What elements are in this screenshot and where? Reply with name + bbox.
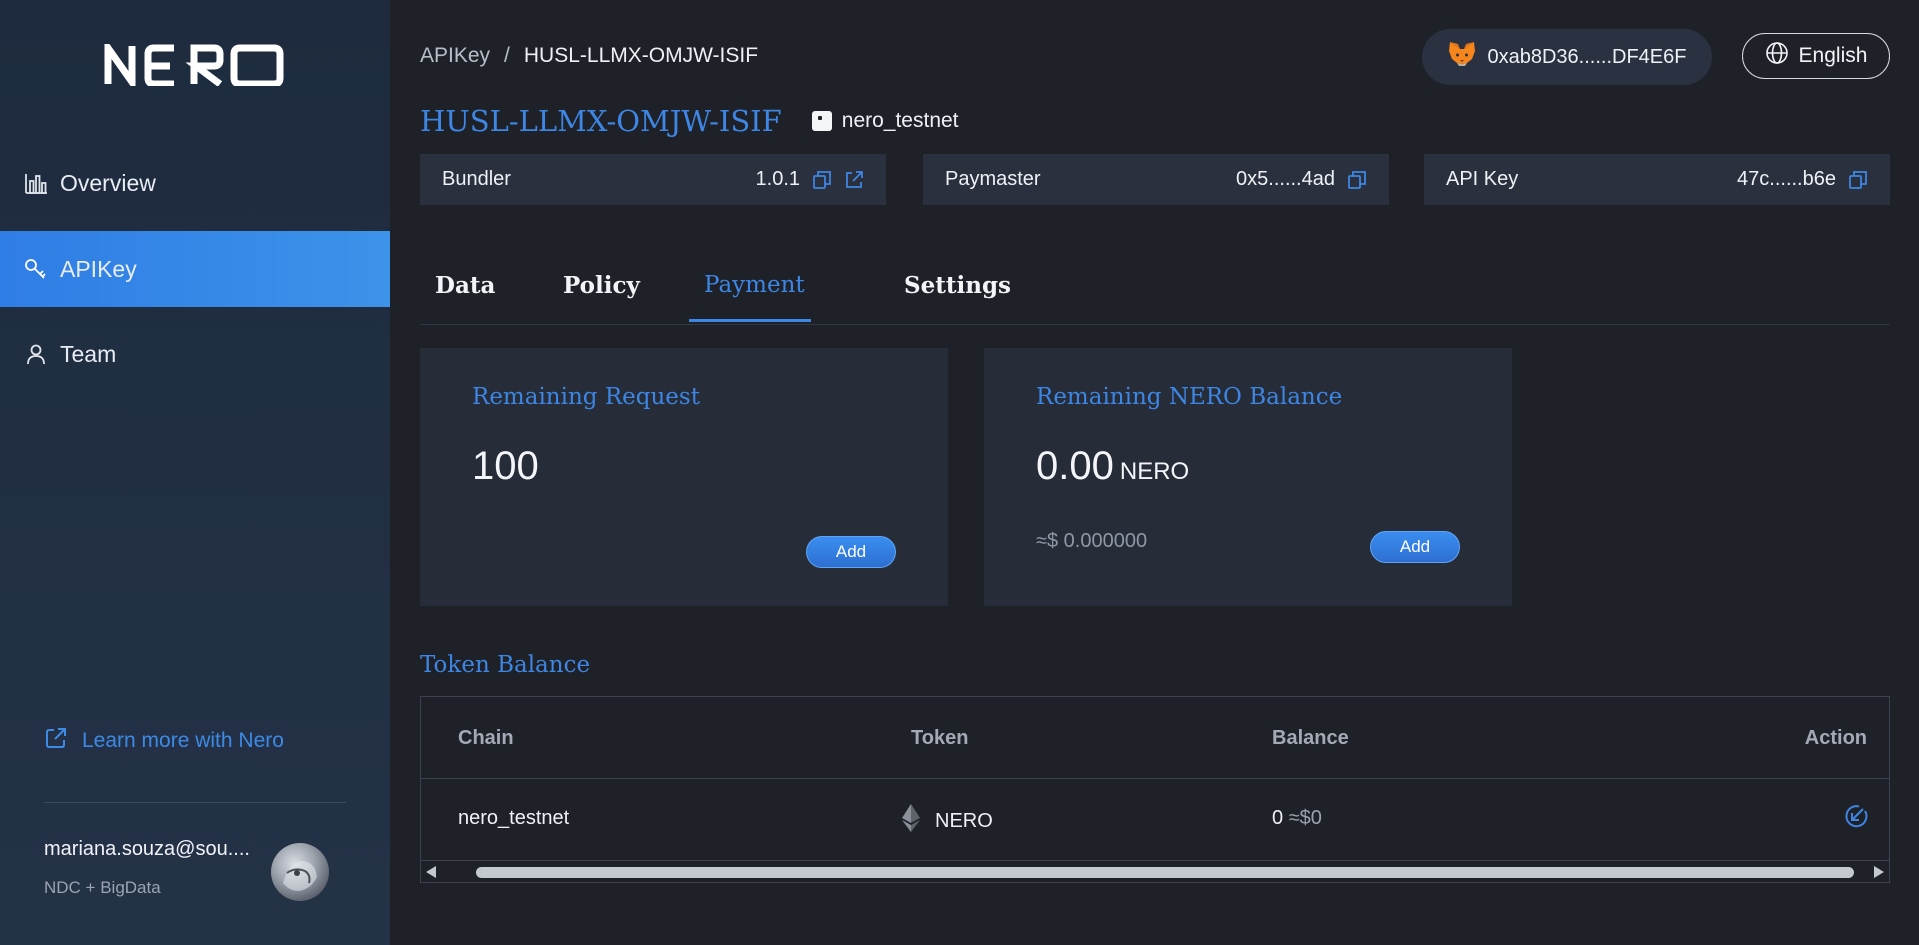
sidebar-item-label: Team xyxy=(60,340,117,367)
breadcrumb-apikey[interactable]: APIKey xyxy=(420,44,490,68)
balance-value: 0 xyxy=(1272,807,1284,829)
breadcrumb-current: HUSL-LLMX-OMJW-ISIF xyxy=(523,44,759,67)
network-icon xyxy=(811,111,832,131)
scroll-right-icon[interactable] xyxy=(1874,866,1884,878)
sidebar-item-label: Overview xyxy=(60,169,156,196)
add-request-button[interactable]: Add xyxy=(806,536,896,568)
external-link-icon xyxy=(44,726,68,756)
token-balance-title: Token Balance xyxy=(420,652,591,678)
breadcrumb-separator: / xyxy=(504,44,510,67)
api-key-label: API Key xyxy=(1446,168,1519,190)
remaining-request-value: 100 xyxy=(472,444,539,488)
sidebar-item-label: APIKey xyxy=(60,255,137,282)
sidebar-divider xyxy=(44,802,346,803)
remaining-balance-card: Remaining NERO Balance 0.00 NERO ≈$ 0.000… xyxy=(984,348,1512,606)
column-header-balance: Balance xyxy=(1272,727,1349,749)
main-content: APIKey / HUSL-LLMX-OMJW-ISIF 0xab8D36...… xyxy=(390,0,1919,945)
column-header-action: Action xyxy=(1804,727,1867,749)
nero-logo[interactable] xyxy=(104,44,286,86)
learn-more-label: Learn more with Nero xyxy=(82,729,284,752)
bundler-label: Bundler xyxy=(442,168,511,190)
learn-more-link[interactable]: Learn more with Nero xyxy=(44,726,284,756)
paymaster-label: Paymaster xyxy=(945,168,1041,190)
withdraw-action-icon[interactable] xyxy=(1843,803,1869,835)
scroll-left-icon[interactable] xyxy=(426,866,436,878)
user-org: NDC + BigData xyxy=(44,878,161,897)
scrollbar-thumb[interactable] xyxy=(476,867,1854,878)
tab-policy[interactable]: Policy xyxy=(563,272,640,299)
token-name: NERO xyxy=(935,809,993,832)
horizontal-scrollbar[interactable] xyxy=(421,861,1889,883)
paymaster-value: 0x5......4ad xyxy=(1236,168,1335,190)
tab-payment[interactable]: Payment xyxy=(704,272,805,298)
network-label: nero_testnet xyxy=(841,109,959,132)
paymaster-card: Paymaster 0x5......4ad xyxy=(923,154,1389,205)
user-email: mariana.souza@sou.... xyxy=(44,838,250,860)
metamask-fox-icon xyxy=(1448,41,1476,73)
network-badge: nero_testnet xyxy=(811,109,959,133)
wallet-address: 0xab8D36......DF4E6F xyxy=(1487,45,1687,68)
tab-settings[interactable]: Settings xyxy=(904,272,1011,299)
key-icon xyxy=(22,255,50,283)
copy-icon[interactable] xyxy=(812,170,832,190)
page-title: HUSL-LLMX-OMJW-ISIF xyxy=(420,104,782,138)
remaining-balance-usd: ≈$ 0.000000 xyxy=(1036,530,1148,552)
bundler-card: Bundler 1.0.1 xyxy=(420,154,886,205)
language-label: English xyxy=(1798,44,1868,67)
column-header-chain: Chain xyxy=(458,727,514,749)
remaining-request-card: Remaining Request 100 Add xyxy=(420,348,948,606)
token-balance-table: Chain Token Balance Action nero_testnet … xyxy=(420,696,1890,883)
sidebar-item-team[interactable]: Team xyxy=(0,316,390,392)
row-chain: nero_testnet xyxy=(458,807,570,829)
project-header: HUSL-LLMX-OMJW-ISIF nero_testnet xyxy=(420,104,959,138)
person-icon xyxy=(22,340,50,368)
header-divider xyxy=(421,778,1889,779)
breadcrumb: APIKey / HUSL-LLMX-OMJW-ISIF xyxy=(420,44,758,68)
remaining-balance-value: 0.00 xyxy=(1036,444,1114,488)
remaining-balance-amount: 0.00 NERO xyxy=(1036,444,1189,489)
external-link-icon[interactable] xyxy=(844,170,864,190)
remaining-balance-title: Remaining NERO Balance xyxy=(1036,384,1343,410)
row-token: NERO xyxy=(901,803,993,839)
token-icon xyxy=(901,803,921,839)
sidebar-item-apikey[interactable]: APIKey xyxy=(0,231,390,307)
bundler-value: 1.0.1 xyxy=(755,168,800,190)
balance-usd: ≈$0 xyxy=(1288,807,1322,829)
bar-chart-icon xyxy=(22,169,50,197)
api-key-card: API Key 47c......b6e xyxy=(1424,154,1890,205)
globe-icon xyxy=(1765,41,1789,71)
column-header-token: Token xyxy=(911,727,969,749)
add-balance-button[interactable]: Add xyxy=(1370,531,1460,563)
tab-bar: Data Policy Payment Settings xyxy=(420,262,1890,325)
copy-icon[interactable] xyxy=(1848,170,1868,190)
sidebar-item-overview[interactable]: Overview xyxy=(0,145,390,221)
remaining-balance-unit: NERO xyxy=(1119,458,1190,485)
avatar[interactable] xyxy=(271,843,329,901)
wallet-button[interactable]: 0xab8D36......DF4E6F xyxy=(1422,29,1712,85)
remaining-request-title: Remaining Request xyxy=(472,384,700,410)
row-balance: 0 ≈$0 xyxy=(1272,807,1322,830)
api-key-value: 47c......b6e xyxy=(1737,168,1836,190)
copy-icon[interactable] xyxy=(1347,170,1367,190)
language-selector[interactable]: English xyxy=(1742,33,1890,79)
tab-data[interactable]: Data xyxy=(435,272,495,299)
active-tab-indicator xyxy=(689,319,811,322)
sidebar: Overview APIKey Team Learn more with Ner… xyxy=(0,0,390,945)
